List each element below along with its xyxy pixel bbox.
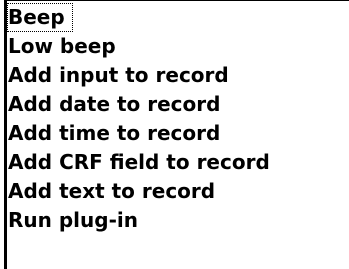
list-item-label: Add date to record [8, 92, 221, 116]
action-listbox[interactable]: Beep Low beep Add input to record Add da… [4, 0, 349, 269]
list-item-label: Add time to record [8, 121, 221, 145]
list-item-label: Add input to record [8, 63, 229, 87]
list-item-add-crf-field-to-record[interactable]: Add CRF field to record [7, 148, 349, 177]
list-item-label: Beep [8, 5, 65, 29]
list-item-add-date-to-record[interactable]: Add date to record [7, 90, 349, 119]
list-item-add-text-to-record[interactable]: Add text to record [7, 177, 349, 206]
list-item-add-time-to-record[interactable]: Add time to record [7, 119, 349, 148]
list-item-beep[interactable]: Beep [7, 3, 73, 32]
list-item-label: Add text to record [8, 179, 216, 203]
list-item-label: Add CRF field to record [8, 150, 270, 174]
list-item-run-plug-in[interactable]: Run plug-in [7, 206, 349, 235]
list-item-low-beep[interactable]: Low beep [7, 32, 349, 61]
list-item-add-input-to-record[interactable]: Add input to record [7, 61, 349, 90]
list-item-label: Low beep [8, 34, 116, 58]
list-item-label: Run plug-in [8, 208, 138, 232]
